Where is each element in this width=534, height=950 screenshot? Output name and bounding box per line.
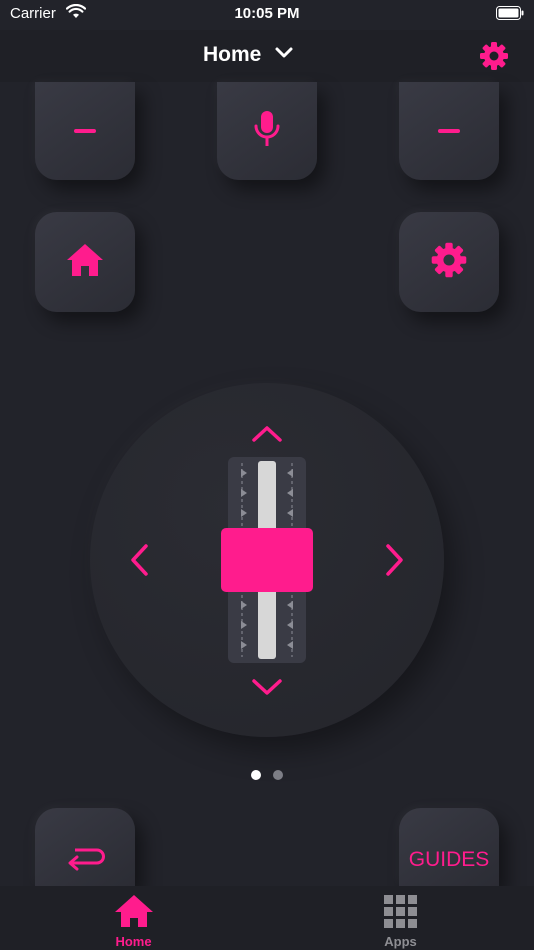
guides-button[interactable]: GUIDES bbox=[399, 808, 499, 886]
minus-icon bbox=[74, 129, 96, 133]
back-button[interactable] bbox=[35, 808, 135, 886]
settings-button[interactable] bbox=[399, 212, 499, 312]
clock: 10:05 PM bbox=[234, 5, 300, 22]
home-icon bbox=[65, 242, 105, 283]
voice-button[interactable] bbox=[217, 82, 317, 180]
channel-down-button[interactable] bbox=[399, 82, 499, 180]
back-arrow-icon bbox=[65, 844, 105, 879]
settings-gear-icon[interactable] bbox=[477, 39, 511, 78]
tab-apps-label: Apps bbox=[384, 934, 417, 949]
page-dot-active[interactable] bbox=[251, 770, 261, 780]
dpad-up-button[interactable] bbox=[251, 424, 283, 449]
tab-home-label: Home bbox=[115, 934, 152, 949]
grid-icon bbox=[384, 895, 418, 934]
dpad-right-button[interactable] bbox=[384, 543, 406, 582]
chevron-down-icon[interactable] bbox=[274, 46, 294, 65]
page-dot[interactable] bbox=[273, 770, 283, 780]
minus-icon bbox=[438, 129, 460, 133]
tab-apps[interactable]: Apps bbox=[267, 886, 534, 950]
home-icon bbox=[113, 893, 155, 934]
microphone-icon bbox=[252, 109, 282, 154]
dpad-down-button[interactable] bbox=[251, 677, 283, 702]
dpad-left-button[interactable] bbox=[128, 543, 150, 582]
volume-down-button[interactable] bbox=[35, 82, 135, 180]
tab-home[interactable]: Home bbox=[0, 886, 267, 950]
center-slider[interactable] bbox=[221, 455, 313, 665]
gear-icon bbox=[428, 239, 470, 286]
battery-icon bbox=[496, 6, 524, 20]
status-bar: Carrier 10:05 PM bbox=[0, 0, 534, 30]
device-selector-title[interactable]: Home bbox=[203, 43, 261, 67]
nav-bar: Home bbox=[0, 30, 534, 82]
home-button[interactable] bbox=[35, 212, 135, 312]
tab-bar: Home Apps bbox=[0, 886, 534, 950]
guides-label: GUIDES bbox=[408, 848, 490, 871]
